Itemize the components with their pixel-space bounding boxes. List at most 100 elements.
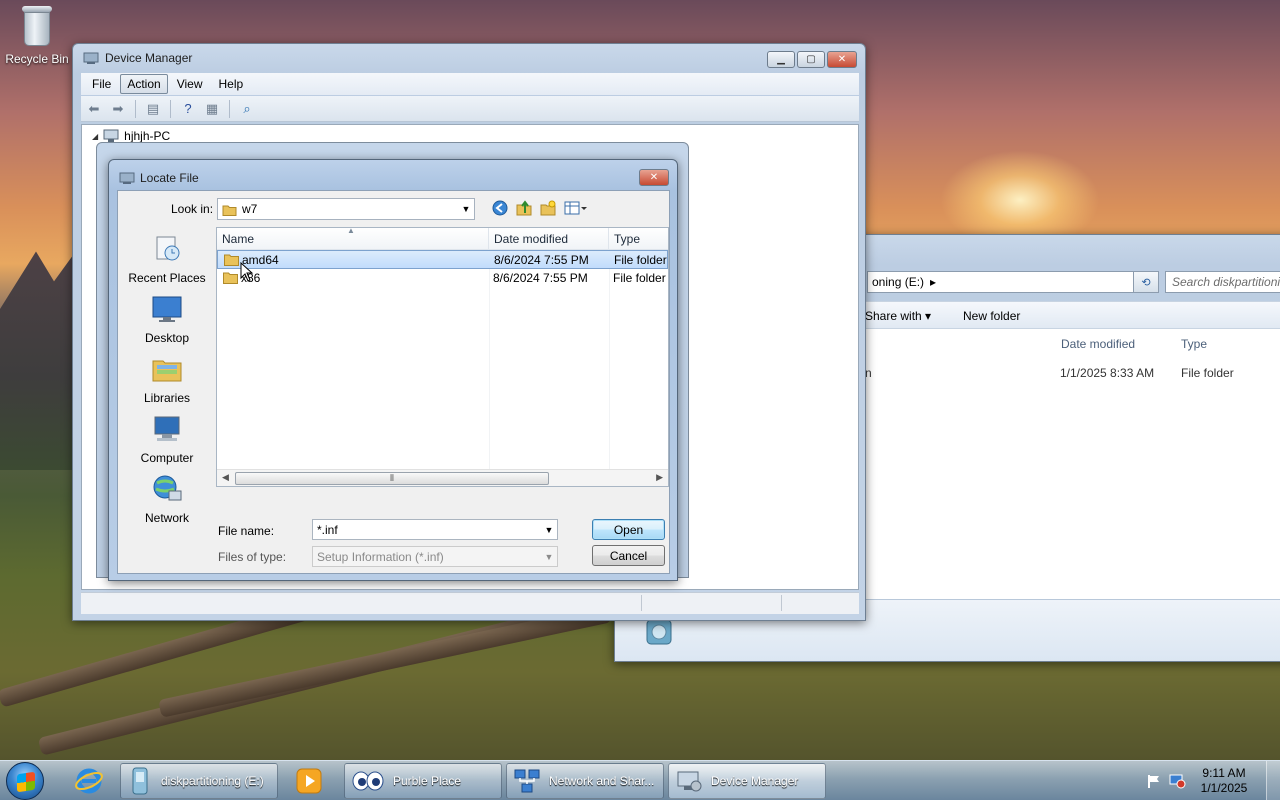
column-type[interactable]: Type — [1181, 337, 1207, 351]
menu-view[interactable]: View — [170, 74, 210, 94]
file-list[interactable]: Name ▲ Date modified Type amd64 8/6/2024… — [216, 227, 669, 487]
dialog-close-button[interactable]: ✕ — [639, 169, 669, 186]
file-name-fragment[interactable]: n — [865, 366, 872, 380]
file-type: File folder — [1181, 366, 1234, 380]
chevron-down-icon[interactable]: ▼ — [541, 525, 557, 535]
device-manager-icon — [677, 771, 702, 792]
toolbar-separator — [135, 99, 136, 118]
view-menu-icon[interactable] — [564, 200, 588, 216]
horizontal-scrollbar[interactable]: ◀ ⦀ ▶ — [217, 469, 668, 486]
tree-root-label: hjhjh-PC — [124, 129, 171, 143]
files-of-type-value: Setup Information (*.inf) — [317, 549, 444, 564]
new-folder-button[interactable]: New folder — [963, 309, 1020, 323]
back-arrow-icon[interactable]: ⬅ — [85, 100, 103, 118]
tree-root-node[interactable]: ◢ hjhjh-PC — [92, 129, 170, 143]
search-placeholder: Search diskpartitioni — [1172, 275, 1280, 289]
status-divider — [641, 595, 642, 611]
scroll-left-arrow-icon[interactable]: ◀ — [222, 472, 229, 483]
scan-hardware-icon[interactable]: ⌕ — [238, 100, 256, 118]
minimize-button[interactable]: ▁ — [767, 51, 795, 68]
breadcrumb-arrow-icon[interactable]: ▸ — [930, 275, 936, 289]
status-bar — [81, 592, 859, 614]
recycle-bin-icon — [20, 6, 54, 48]
file-date: 8/6/2024 7:55 PM — [493, 271, 588, 285]
chevron-down-icon[interactable]: ▼ — [458, 204, 474, 214]
back-icon[interactable] — [492, 200, 508, 216]
file-name-value: *.inf — [317, 522, 338, 537]
look-in-label: Look in: — [171, 202, 214, 216]
fence-rail — [158, 604, 612, 718]
internet-explorer-taskbar-button[interactable] — [62, 763, 116, 799]
maximize-button[interactable]: ▢ — [797, 51, 825, 68]
clock-time: 9:11 AM — [1202, 766, 1246, 780]
network-icon — [153, 475, 182, 501]
recycle-bin-desktop-icon[interactable]: Recycle Bin — [4, 6, 70, 66]
taskbar-button-diskpartitioning[interactable]: diskpartitioning (E:) — [120, 763, 278, 799]
file-row-x86[interactable]: x86 8/6/2024 7:55 PM File folder — [217, 269, 668, 288]
show-hide-console-tree-icon[interactable]: ▤ — [144, 100, 162, 118]
folder-icon — [223, 272, 238, 284]
place-desktop[interactable]: Desktop — [124, 293, 210, 345]
up-one-level-icon[interactable] — [516, 200, 532, 216]
scroll-right-arrow-icon[interactable]: ▶ — [656, 472, 663, 483]
recent-places-icon — [156, 236, 180, 261]
column-header-row: Name ▲ Date modified Type — [217, 228, 668, 250]
column-type[interactable]: Type — [609, 228, 668, 250]
file-name-combobox[interactable]: *.inf ▼ — [312, 519, 558, 540]
files-of-type-combobox[interactable]: Setup Information (*.inf) ▼ — [312, 546, 558, 567]
help-icon[interactable]: ? — [179, 100, 197, 118]
menu-file[interactable]: File — [85, 74, 118, 94]
refresh-icon[interactable]: ⟲ — [1133, 271, 1159, 293]
caption-buttons: ▁ ▢ ✕ — [767, 51, 857, 68]
menu-help[interactable]: Help — [212, 74, 251, 94]
forward-arrow-icon[interactable]: ➡ — [109, 100, 127, 118]
place-network[interactable]: Network — [124, 473, 210, 525]
scrollbar-thumb[interactable]: ⦀ — [235, 472, 549, 485]
column-date-modified[interactable]: Date modified — [489, 228, 609, 250]
collapse-arrow-icon[interactable]: ◢ — [92, 132, 98, 141]
address-text: oning (E:) — [872, 275, 925, 289]
file-type: File folder — [614, 253, 667, 267]
taskbar-clock[interactable]: 9:11 AM 1/1/2025 — [1192, 766, 1256, 796]
place-recent-places[interactable]: Recent Places — [124, 233, 210, 285]
computer-icon — [103, 129, 119, 142]
taskbar-label: Network and Shar... — [549, 774, 655, 788]
place-computer[interactable]: Computer — [124, 413, 210, 465]
file-date: 8/6/2024 7:55 PM — [494, 253, 589, 267]
close-button[interactable]: ✕ — [827, 51, 857, 68]
libraries-icon — [152, 360, 182, 382]
files-of-type-label: Files of type: — [218, 550, 287, 564]
menu-action[interactable]: Action — [120, 74, 168, 94]
open-button[interactable]: Open — [592, 519, 665, 540]
taskbar-button-network-sharing[interactable]: Network and Shar... — [506, 763, 664, 799]
window-title: Device Manager — [105, 51, 193, 65]
share-with-button[interactable]: Share with ▾ — [865, 309, 931, 323]
place-label: Computer — [140, 451, 194, 465]
column-date-modified[interactable]: Date modified — [1061, 337, 1135, 351]
taskbar: diskpartitioning (E:) Purble Place Netwo… — [0, 760, 1280, 800]
address-bar[interactable]: oning (E:) ▸ ▼ — [867, 271, 1145, 293]
start-button[interactable] — [6, 762, 44, 800]
column-name[interactable]: Name ▲ — [217, 228, 489, 250]
media-player-taskbar-button[interactable] — [282, 763, 336, 799]
dialog-caption-buttons: ✕ — [639, 169, 669, 186]
cancel-button[interactable]: Cancel — [592, 545, 665, 566]
device-manager-titlebar[interactable]: Device Manager — [73, 44, 865, 72]
place-label: Libraries — [143, 391, 191, 405]
new-folder-icon[interactable] — [540, 200, 556, 216]
action-center-flag-icon[interactable] — [1146, 773, 1162, 789]
computer-icon — [154, 416, 180, 441]
look-in-combobox[interactable]: w7 ▼ — [217, 198, 475, 220]
search-input[interactable]: Search diskpartitioni — [1165, 271, 1280, 293]
file-row-amd64[interactable]: amd64 8/6/2024 7:55 PM File folder — [217, 250, 668, 269]
locate-file-dialog[interactable]: Locate File ✕ Look in: w7 ▼ Recent Place… — [108, 159, 678, 581]
properties-icon[interactable]: ▦ — [203, 100, 221, 118]
taskbar-button-device-manager[interactable]: Device Manager — [668, 763, 826, 799]
taskbar-button-purble-place[interactable]: Purble Place — [344, 763, 502, 799]
navigation-toolbar — [492, 200, 588, 216]
place-libraries[interactable]: Libraries — [124, 353, 210, 405]
network-status-icon[interactable] — [1168, 773, 1186, 789]
show-desktop-button[interactable] — [1266, 761, 1280, 800]
purble-eyes-icon — [352, 771, 384, 791]
usb-drive-icon — [132, 767, 148, 795]
